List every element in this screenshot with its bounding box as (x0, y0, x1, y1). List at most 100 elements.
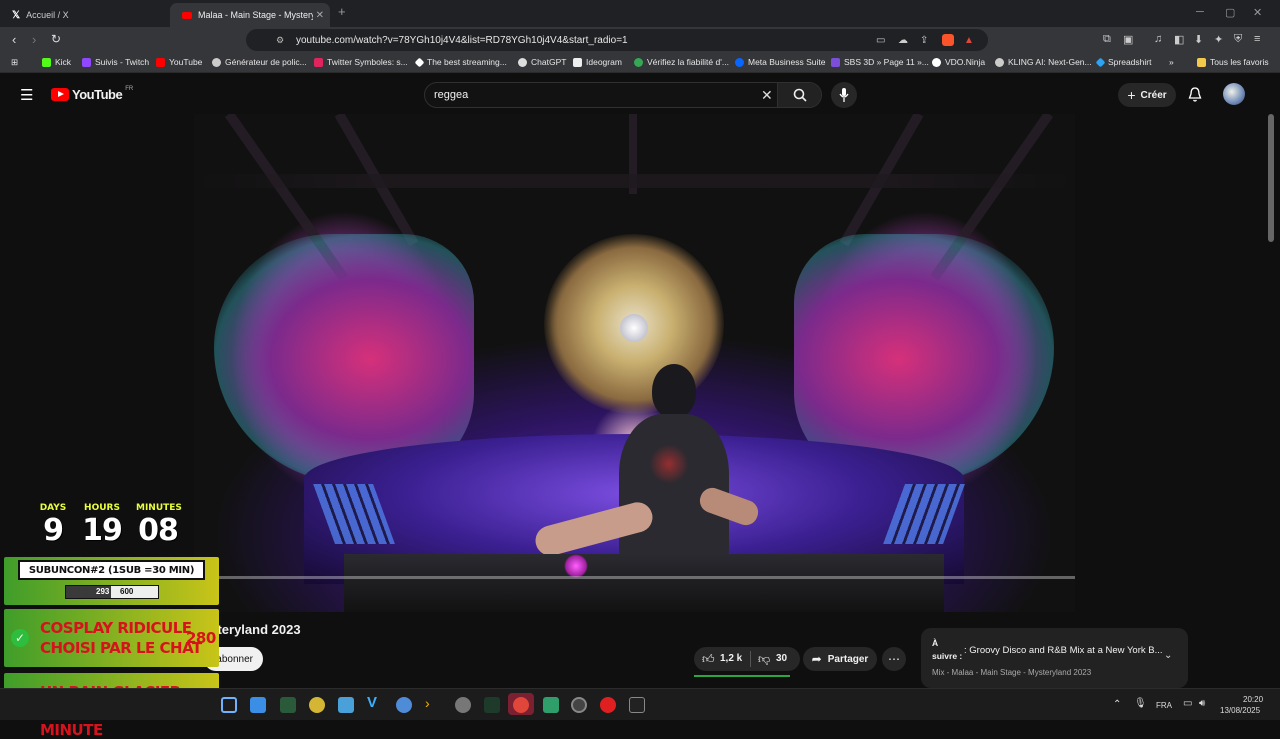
clear-search-icon[interactable]: ✕ (761, 87, 773, 104)
network-icon[interactable]: ▭ (1183, 698, 1192, 709)
countdown-days: DAYS 9 (36, 503, 70, 548)
terminal-app-icon[interactable] (280, 697, 296, 713)
cast-icon[interactable]: ▭ (876, 35, 885, 46)
extensions-icon[interactable]: ⧉ (1103, 33, 1111, 46)
dislike-thumb-icon[interactable]: 👎︎ (758, 652, 770, 667)
search-input[interactable]: reggea ✕ (424, 82, 822, 108)
region-code: FR (125, 85, 134, 92)
clock-date[interactable]: 13/08/2025 (1220, 706, 1260, 715)
vpn-icon[interactable]: ⛨ (1234, 33, 1242, 46)
tray-overflow-icon[interactable]: ⌃ (1113, 699, 1121, 710)
bookmarks-more-icon[interactable]: » (1169, 57, 1174, 67)
bookmark-chatgpt[interactable]: ChatGPT (518, 57, 566, 67)
notifications-bell-icon[interactable] (1188, 87, 1202, 102)
back-icon[interactable]: ‹ (12, 32, 16, 47)
more-actions-icon[interactable]: ⋯ (882, 647, 906, 671)
volume-icon[interactable]: 🔊︎ (1199, 698, 1205, 709)
site-info-icon[interactable]: ⚙ (276, 35, 284, 46)
google-icon (634, 57, 643, 67)
video-progress-bar[interactable] (194, 576, 1075, 579)
sheets-app-icon[interactable] (543, 697, 559, 713)
chevron-app-icon[interactable]: › (425, 695, 441, 711)
app-icon-yellow[interactable] (309, 697, 325, 713)
share-icon[interactable]: ⇪ (920, 35, 928, 46)
minimize-icon[interactable]: ─ (1196, 6, 1204, 18)
microphone-tray-icon[interactable]: 🎙︎ (1134, 698, 1147, 709)
like-thumb-icon[interactable]: 👍︎ (702, 652, 715, 667)
up-next-card[interactable]: À suivre : : Groovy Disco and R&B Mix at… (921, 628, 1188, 688)
subathon-current: 293 (96, 587, 110, 596)
obs-icon[interactable] (571, 697, 587, 713)
reload-icon[interactable]: ↻ (51, 32, 61, 46)
brave-browser-icon[interactable] (513, 697, 529, 713)
bookmark-twitch[interactable]: Suivis - Twitch (82, 57, 149, 67)
brave-rewards-icon[interactable]: ▲ (964, 35, 974, 46)
bookmark-ideogram[interactable]: Ideogram (573, 57, 622, 67)
brave-shield-icon[interactable] (942, 34, 954, 46)
tab-x-home[interactable]: 𝕏 Accueil / X (0, 3, 170, 27)
all-favorites[interactable]: Tous les favoris (1197, 57, 1269, 67)
wallet-icon[interactable]: ▣ (1123, 33, 1133, 46)
bookmark-vdoninja[interactable]: VDO.Ninja (932, 57, 985, 67)
voice-search-button[interactable] (831, 82, 857, 108)
downloads-icon[interactable]: ⬇ (1194, 33, 1203, 46)
avatar[interactable] (1223, 83, 1245, 105)
ai-icon[interactable]: ✦ (1214, 33, 1223, 46)
close-tab-icon[interactable]: ✕ (316, 10, 324, 21)
diamond-icon (414, 57, 425, 67)
photos-app-icon[interactable] (250, 697, 266, 713)
apps-grid-icon[interactable]: ⊞ (11, 57, 18, 68)
search-button[interactable] (777, 83, 821, 107)
bookmark-kick[interactable]: Kick (42, 57, 71, 67)
dislike-count[interactable]: 30 (776, 653, 787, 664)
bookmark-font-generator[interactable]: Générateur de polic... (212, 57, 307, 67)
menu-icon[interactable]: ≡ (1254, 33, 1260, 45)
page-scrollbar[interactable] (1268, 114, 1274, 242)
v-app-icon[interactable]: V (367, 694, 383, 711)
chevron-down-icon[interactable]: ⌄ (1164, 650, 1172, 661)
hamburger-menu-icon[interactable]: ☰ (20, 86, 33, 104)
edge-like-icon[interactable] (396, 697, 412, 713)
search-icon (793, 88, 807, 102)
divider (750, 651, 751, 667)
app-icon-dark[interactable] (484, 697, 500, 713)
youtube-app-icon[interactable] (600, 697, 616, 713)
bookmark-verify[interactable]: Vérifiez la fiabilité d'... (634, 57, 729, 67)
settings-app-icon[interactable] (455, 697, 471, 713)
video-player[interactable]: ⚙ (194, 114, 1075, 612)
disco-ball (620, 314, 648, 342)
bookmark-youtube[interactable]: YouTube (156, 57, 202, 67)
cloud-icon[interactable]: ☁ (898, 35, 908, 46)
ninja-icon (932, 57, 941, 67)
countdown-label: DAYS (39, 503, 67, 513)
language-indicator[interactable]: FRA (1156, 701, 1172, 710)
bookmark-kling[interactable]: KLING AI: Next-Gen... (995, 57, 1092, 67)
epic-games-icon[interactable] (629, 697, 645, 713)
ideogram-icon (573, 57, 582, 67)
file-explorer-icon[interactable] (338, 697, 354, 713)
maximize-icon[interactable]: ▢ (1225, 6, 1235, 19)
like-count[interactable]: 1,2 k (720, 653, 742, 664)
microphone-icon (839, 88, 849, 102)
countdown-label: HOURS (84, 503, 120, 513)
bookmark-meta[interactable]: Meta Business Suite (735, 57, 825, 67)
forward-icon[interactable]: › (32, 32, 36, 47)
share-button[interactable]: ➦ Partager (803, 647, 877, 671)
up-next-title: : Groovy Disco and R&B Mix at a New York… (964, 645, 1163, 656)
bookmark-label: YouTube (169, 57, 203, 67)
bookmark-streaming[interactable]: The best streaming... (414, 57, 507, 67)
bookmark-spreadshirt[interactable]: Spreadshirt (1095, 57, 1151, 67)
create-button[interactable]: + Créer (1118, 83, 1176, 107)
bookmark-label: Twitter Symboles: s... (327, 57, 408, 67)
music-icon[interactable]: ♫ (1154, 33, 1162, 45)
new-tab-icon[interactable]: + (338, 4, 346, 19)
task-view-icon[interactable] (221, 697, 237, 713)
clock-time[interactable]: 20:20 (1243, 695, 1263, 704)
sidebar-icon[interactable]: ◧ (1174, 33, 1184, 46)
bookmark-twitter-symbols[interactable]: Twitter Symboles: s... (314, 57, 408, 67)
bookmark-sbs3d[interactable]: SBS 3D » Page 11 »... (831, 57, 929, 67)
address-bar[interactable]: ⚙ youtube.com/watch?v=78YGh10j4V4&list=R… (246, 29, 988, 51)
tab-youtube-video[interactable]: Malaa - Main Stage - Mysteryland ✕ (170, 3, 330, 27)
youtube-logo[interactable]: YouTube FR (51, 85, 134, 102)
close-window-icon[interactable]: ✕ (1253, 6, 1262, 19)
